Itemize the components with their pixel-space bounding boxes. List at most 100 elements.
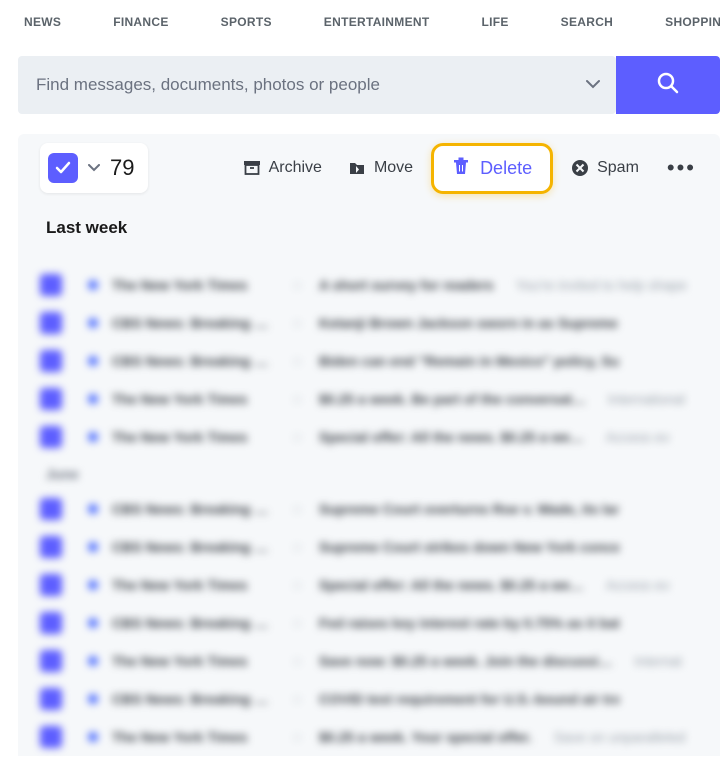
row-sender: The New York Times	[112, 653, 277, 669]
row-subject: Supreme Court strikes down New York conc…	[319, 539, 619, 555]
section-header-last-week: Last week	[18, 194, 720, 248]
row-checkbox[interactable]	[40, 388, 62, 410]
star-icon[interactable]: ☆	[291, 277, 305, 294]
row-subject: $0.25 a week. Be part of the conversat…	[319, 391, 586, 407]
nav-news[interactable]: NEWS	[24, 15, 87, 29]
move-icon	[348, 159, 366, 177]
search-button[interactable]	[616, 56, 720, 114]
row-preview: You're invited to help shape	[516, 277, 687, 293]
spam-icon	[571, 159, 589, 177]
mail-row[interactable]: CBS News: Breaking … ☆ Ketanji Brown Jacks…	[18, 304, 720, 342]
row-sender: The New York Times	[112, 391, 277, 407]
row-sender: The New York Times	[112, 277, 277, 293]
delete-button[interactable]: Delete	[431, 143, 553, 194]
mail-row[interactable]: The New York Times☆$0.25 a week. Your sp…	[18, 718, 720, 756]
star-icon[interactable]: ☆	[291, 501, 305, 518]
row-sender: The New York Times	[112, 429, 277, 445]
nav-shopping[interactable]: SHOPPING	[665, 15, 720, 29]
nav-entertainment[interactable]: ENTERTAINMENT	[324, 15, 456, 29]
unread-dot-icon	[88, 542, 98, 552]
row-subject: Biden can end "Remain in Mexico" policy,…	[319, 353, 619, 369]
star-icon[interactable]: ☆	[291, 391, 305, 408]
search-options-caret-icon[interactable]	[586, 78, 600, 92]
unread-dot-icon	[88, 618, 98, 628]
row-checkbox[interactable]	[40, 612, 62, 634]
trash-icon	[452, 156, 470, 181]
unread-dot-icon	[88, 580, 98, 590]
row-sender: CBS News: Breaking …	[112, 501, 277, 517]
row-sender: The New York Times	[112, 577, 277, 593]
row-sender: CBS News: Breaking …	[112, 615, 277, 631]
row-preview: International	[608, 391, 685, 407]
select-all-checkbox[interactable]	[48, 153, 78, 183]
selected-count: 79	[110, 155, 134, 181]
nav-life[interactable]: LIFE	[481, 15, 534, 29]
row-preview: Internat	[634, 653, 681, 669]
archive-label: Archive	[269, 159, 322, 177]
archive-button[interactable]: Archive	[235, 153, 330, 183]
row-checkbox[interactable]	[40, 498, 62, 520]
nav-sports[interactable]: SPORTS	[221, 15, 298, 29]
more-icon: •••	[667, 155, 696, 180]
mail-row[interactable]: The New York Times☆Save now: $0.25 a wee…	[18, 642, 720, 680]
search-icon	[656, 71, 680, 100]
row-checkbox[interactable]	[40, 274, 62, 296]
nav-search[interactable]: SEARCH	[561, 15, 639, 29]
star-icon[interactable]: ☆	[291, 729, 305, 746]
star-icon[interactable]: ☆	[291, 429, 305, 446]
mail-panel: 79 Archive Move Delete Spam	[18, 134, 720, 756]
row-preview: Access ev	[606, 577, 670, 593]
row-checkbox[interactable]	[40, 726, 62, 748]
spam-button[interactable]: Spam	[563, 153, 647, 183]
star-icon[interactable]: ☆	[291, 353, 305, 370]
toolbar: 79 Archive Move Delete Spam	[18, 134, 720, 194]
mail-row[interactable]: The New York Times☆Special offer: All th…	[18, 418, 720, 456]
unread-dot-icon	[88, 656, 98, 666]
row-sender: CBS News: Breaking …	[112, 691, 277, 707]
selection-chip[interactable]: 79	[40, 143, 148, 193]
mail-row[interactable]: CBS News: Breaking … ☆ Fed raises key inte…	[18, 604, 720, 642]
row-checkbox[interactable]	[40, 574, 62, 596]
row-subject: Fed raises key interest rate by 0.75% as…	[319, 615, 619, 631]
unread-dot-icon	[88, 356, 98, 366]
mail-row[interactable]: The New York Times ☆ $0.25 a week. Be part…	[18, 380, 720, 418]
row-subject: Ketanji Brown Jackson sworn in as Suprem…	[319, 315, 619, 331]
star-icon[interactable]: ☆	[291, 315, 305, 332]
mail-row[interactable]: CBS News: Breaking …☆COVID test requirem…	[18, 680, 720, 718]
selection-dropdown-icon[interactable]	[88, 161, 100, 175]
top-nav: NEWS FINANCE SPORTS ENTERTAINMENT LIFE S…	[0, 0, 720, 44]
mail-row[interactable]: The New York Times ☆ Special offer: All th…	[18, 566, 720, 604]
spam-label: Spam	[597, 159, 639, 177]
star-icon[interactable]: ☆	[291, 539, 305, 556]
mail-row[interactable]: CBS News: Breaking …☆Biden can end "Rema…	[18, 342, 720, 380]
row-preview: Save on unparalleled	[554, 729, 686, 745]
search-input[interactable]: Find messages, documents, photos or peop…	[18, 56, 616, 114]
row-subject: $0.25 a week. Your special offer.	[319, 729, 532, 745]
mail-row[interactable]: The New York Times☆A short survey for re…	[18, 266, 720, 304]
row-checkbox[interactable]	[40, 312, 62, 334]
star-icon[interactable]: ☆	[291, 577, 305, 594]
archive-icon	[243, 159, 261, 177]
more-actions-button[interactable]: •••	[663, 155, 700, 181]
row-checkbox[interactable]	[40, 688, 62, 710]
star-icon[interactable]: ☆	[291, 653, 305, 670]
unread-dot-icon	[88, 432, 98, 442]
unread-dot-icon	[88, 318, 98, 328]
move-label: Move	[374, 159, 413, 177]
mail-row[interactable]: CBS News: Breaking …☆Supreme Court overt…	[18, 490, 720, 528]
row-sender: CBS News: Breaking …	[112, 315, 277, 331]
row-checkbox[interactable]	[40, 350, 62, 372]
unread-dot-icon	[88, 732, 98, 742]
row-checkbox[interactable]	[40, 426, 62, 448]
move-button[interactable]: Move	[340, 153, 421, 183]
row-preview: Access ev	[606, 429, 670, 445]
row-subject: Special offer: All the news. $0.25 a we…	[319, 577, 584, 593]
nav-finance[interactable]: FINANCE	[113, 15, 194, 29]
unread-dot-icon	[88, 504, 98, 514]
star-icon[interactable]: ☆	[291, 691, 305, 708]
mail-row[interactable]: CBS News: Breaking … ☆ Supreme Court strik…	[18, 528, 720, 566]
row-sender: CBS News: Breaking …	[112, 539, 277, 555]
row-checkbox[interactable]	[40, 650, 62, 672]
star-icon[interactable]: ☆	[291, 615, 305, 632]
row-checkbox[interactable]	[40, 536, 62, 558]
